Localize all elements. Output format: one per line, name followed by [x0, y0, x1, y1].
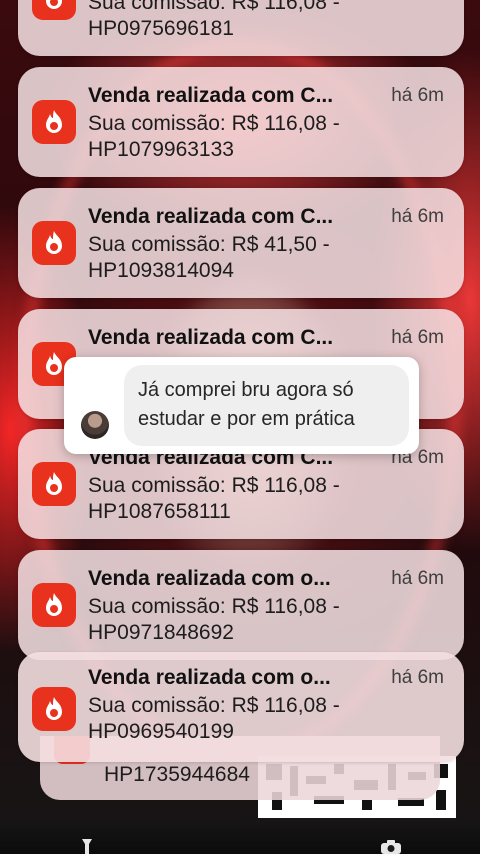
notification-order-id: HP1079963133	[88, 138, 234, 161]
notification-order-id: HP1087658111	[88, 500, 231, 523]
bottom-bar	[0, 822, 480, 854]
user-avatar[interactable]	[81, 411, 109, 439]
notification-order-id: HP0969540199	[88, 720, 234, 743]
hotmart-flame-icon	[32, 0, 76, 20]
camera-icon[interactable]	[380, 840, 402, 854]
notification-order-id: HP0971848692	[88, 621, 234, 644]
notification-card[interactable]: Venda realizada com o... há 6m Sua comis…	[18, 550, 464, 660]
notification-time: há 6m	[391, 327, 444, 348]
notification-body: Sua comissão: R$ 116,08 -	[88, 595, 340, 618]
notification-time: há 6m	[391, 206, 444, 227]
notification-order-id: HP1735944684	[104, 763, 250, 786]
notification-card[interactable]: Sua comissão: R$ 116,08 - HP0975696181	[18, 0, 464, 56]
notification-title: Venda realizada com o...	[88, 567, 331, 590]
notification-time: há 6m	[391, 667, 444, 688]
notification-time: há 6m	[391, 85, 444, 106]
notification-title: Venda realizada com C...	[88, 84, 334, 107]
notification-body: Sua comissão: R$ 116,08 -	[88, 694, 340, 717]
hotmart-flame-icon	[32, 100, 76, 144]
comment-text: Já comprei bru agora só estudar e por em…	[138, 379, 355, 430]
notification-card[interactable]: Venda realizada com C... há 6m Sua comis…	[18, 188, 464, 298]
notification-title: Venda realizada com C...	[88, 326, 334, 349]
notification-order-id: HP1093814094	[88, 259, 234, 282]
hotmart-flame-icon	[32, 687, 76, 731]
flashlight-icon[interactable]	[80, 838, 94, 854]
notification-body: Sua comissão: R$ 116,08 -	[88, 112, 340, 135]
notification-title: Venda realizada com o...	[88, 666, 331, 689]
hotmart-flame-icon	[32, 583, 76, 627]
notification-card[interactable]: Venda realizada com o... há 6m Sua comis…	[18, 652, 464, 762]
hotmart-flame-icon	[32, 462, 76, 506]
notification-card[interactable]: Venda realizada com C... há 6m Sua comis…	[18, 67, 464, 177]
hotmart-flame-icon	[32, 221, 76, 265]
comment-popup[interactable]: Já comprei bru agora só estudar e por em…	[64, 357, 419, 454]
notification-body: Sua comissão: R$ 116,08 -	[88, 0, 340, 14]
notification-time: há 6m	[391, 568, 444, 589]
notification-title: Venda realizada com C...	[88, 205, 334, 228]
notification-body: Sua comissão: R$ 41,50 -	[88, 233, 330, 256]
comment-bubble: Já comprei bru agora só estudar e por em…	[124, 365, 409, 446]
notification-order-id: HP0975696181	[88, 17, 234, 40]
notification-body: Sua comissão: R$ 116,08 -	[88, 474, 340, 497]
